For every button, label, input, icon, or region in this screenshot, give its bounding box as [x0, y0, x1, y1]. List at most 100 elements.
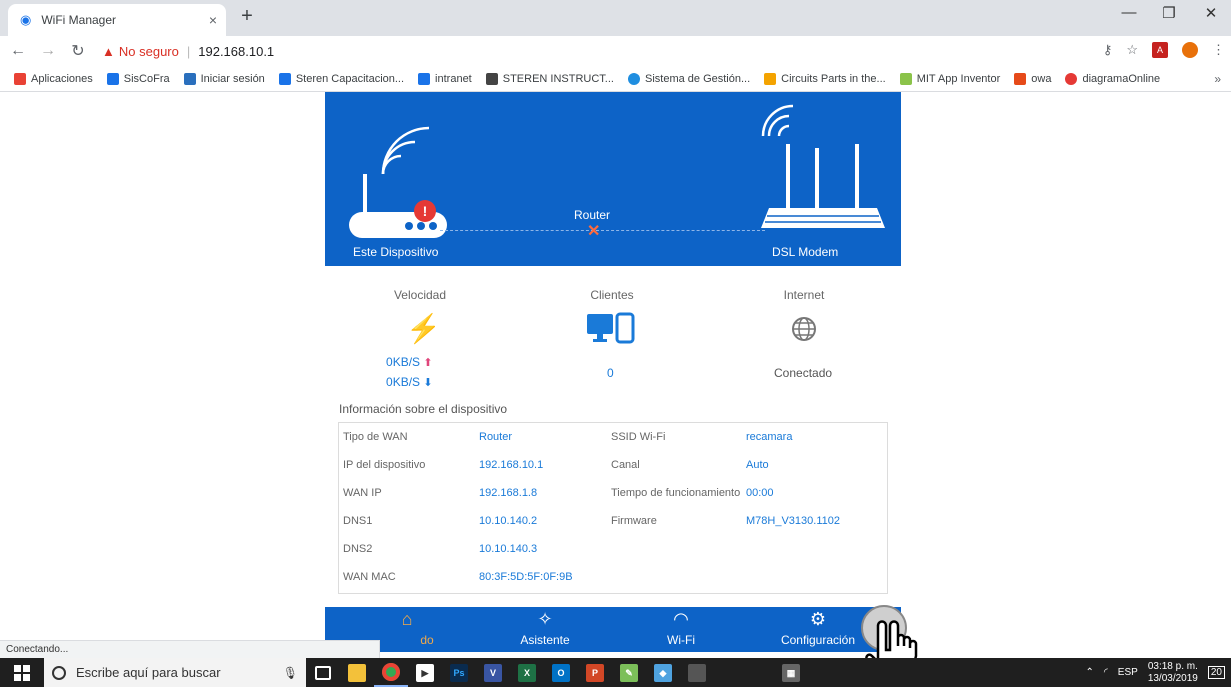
- monitor-phone-icon: [587, 312, 635, 344]
- home-icon: ⌂: [401, 609, 413, 629]
- omnibox[interactable]: ▲ No seguro | 192.168.10.1: [102, 44, 274, 59]
- bookmark-item[interactable]: Steren Capacitacion...: [278, 72, 404, 85]
- taskbar-search-box[interactable]: Escribe aquí para buscar 🎙: [44, 658, 306, 687]
- bookmark-item[interactable]: owa: [1014, 72, 1051, 85]
- photoshop-icon[interactable]: Ps: [442, 658, 476, 687]
- info-row: DNS1 10.10.140.2 Firmware M78H_V3130.110…: [343, 515, 840, 527]
- alert-badge-icon: !: [414, 200, 436, 222]
- modem-label: DSL Modem: [772, 245, 839, 259]
- warning-icon: ▲: [102, 43, 115, 59]
- wifi-favicon-icon: ◉: [20, 12, 32, 27]
- minimize-icon[interactable]: —: [1114, 4, 1144, 21]
- mit-app-inventor-icon: [899, 72, 912, 85]
- task-view-icon[interactable]: [306, 658, 340, 687]
- bookmark-item[interactable]: Circuits Parts in the...: [764, 72, 886, 85]
- bookmark-item[interactable]: Aplicaciones: [14, 72, 93, 85]
- back-icon[interactable]: ←: [6, 42, 30, 60]
- tab-close-icon[interactable]: ×: [200, 12, 226, 28]
- nav-wifi[interactable]: ◠ Wi-Fi: [621, 607, 741, 647]
- tray-chevron-icon[interactable]: ⌃: [1086, 667, 1094, 678]
- browser-tab-bar: ◉ WiFi Manager × + — ❐ ✕: [0, 0, 1231, 36]
- microphone-icon[interactable]: 🎙: [283, 666, 298, 680]
- bookmark-item[interactable]: MIT App Inventor: [899, 72, 1000, 85]
- tab-title: WiFi Manager: [41, 13, 117, 27]
- not-secure-label: No seguro: [118, 43, 179, 59]
- internet-label: Internet: [783, 288, 825, 302]
- bottom-nav: ⌂ do ✧ Asistente ◠ Wi-Fi ⚙ Configuración: [325, 607, 901, 652]
- info-row: DNS2 10.10.140.3: [343, 543, 538, 555]
- outlook-icon[interactable]: O: [544, 658, 578, 687]
- circuits-icon: [764, 72, 777, 85]
- file-explorer-icon[interactable]: [340, 658, 374, 687]
- diagrama-icon: [1065, 72, 1078, 85]
- taskbar-search-placeholder: Escribe aquí para buscar: [76, 665, 221, 680]
- info-row: IP del dispositivo 192.168.10.1 Canal Au…: [343, 459, 769, 471]
- device-router-icon: [349, 126, 447, 238]
- sharepoint-icon: [627, 72, 640, 85]
- speed-label: Velocidad: [393, 288, 447, 302]
- info-row: Tipo de WAN Router SSID Wi-Fi recamara: [343, 431, 793, 443]
- bookmarks-overflow-icon[interactable]: »: [1214, 72, 1221, 86]
- bookmark-item[interactable]: intranet: [418, 72, 472, 85]
- bookmark-item[interactable]: SisCoFra: [106, 72, 170, 85]
- menu-kebab-icon[interactable]: ⋮: [1212, 42, 1225, 58]
- clients-label: Clientes: [590, 288, 634, 302]
- router-label: Router: [574, 208, 611, 222]
- clients-count: 0: [607, 366, 614, 380]
- visio-icon[interactable]: V: [476, 658, 510, 687]
- chrome-icon[interactable]: [374, 658, 408, 687]
- dsl-modem-icon: [761, 104, 885, 228]
- language-indicator[interactable]: ESP: [1118, 667, 1138, 678]
- profile-avatar-icon[interactable]: [1182, 42, 1198, 58]
- powerpoint-icon[interactable]: P: [578, 658, 612, 687]
- windows-start-button[interactable]: [0, 664, 44, 681]
- app-icon[interactable]: ◆: [646, 658, 680, 687]
- cortana-icon: [52, 665, 66, 680]
- info-row: WAN IP 192.168.1.8 Tiempo de funcionamie…: [343, 487, 774, 499]
- taskbar-clock[interactable]: 03:18 p. m. 13/03/2019: [1148, 661, 1198, 685]
- app-icon[interactable]: ▶: [408, 658, 442, 687]
- bookmark-item[interactable]: Sistema de Gestión...: [627, 72, 750, 85]
- excel-icon[interactable]: X: [510, 658, 544, 687]
- device-label: Este Dispositivo: [353, 245, 439, 259]
- bookmark-item[interactable]: diagramaOnline: [1065, 72, 1160, 85]
- reload-icon[interactable]: ↻: [66, 41, 90, 61]
- key-icon[interactable]: ⚷: [1103, 42, 1113, 58]
- steren-icon: [106, 72, 119, 85]
- browser-tab-wifi-manager[interactable]: ◉ WiFi Manager ×: [8, 4, 226, 36]
- wifi-manager-page: ! Este Dispositivo Router ✕ DSL Modem Ve…: [0, 92, 1231, 652]
- omnibox-separator: |: [186, 43, 191, 59]
- disconnected-x-icon: ✕: [587, 223, 601, 240]
- download-arrow-icon: ⬇: [423, 377, 433, 389]
- app-icon[interactable]: [680, 658, 714, 687]
- bookmark-star-icon[interactable]: ☆: [1126, 42, 1138, 58]
- windows-taskbar: Escribe aquí para buscar 🎙 ▶ Ps V X O P …: [0, 658, 1231, 687]
- globe-icon: [792, 317, 816, 341]
- close-window-icon[interactable]: ✕: [1196, 4, 1226, 22]
- apps-grid-icon: [14, 72, 26, 85]
- outlook-icon: [183, 72, 196, 85]
- nav-wizard[interactable]: ✧ Asistente: [485, 607, 605, 647]
- upload-arrow-icon: ⬆: [423, 357, 433, 369]
- info-row: WAN MAC 80:3F:5D:5F:0F:9B: [343, 571, 573, 583]
- bookmarks-bar: Aplicaciones SisCoFra Iniciar sesión Ste…: [0, 66, 1231, 92]
- connection-line: [440, 230, 765, 231]
- restore-icon[interactable]: ❐: [1154, 4, 1184, 22]
- address-bar: ← → ↻ ▲ No seguro | 192.168.10.1 ⚷ ☆ A ⋮: [0, 36, 1231, 66]
- forward-icon[interactable]: →: [36, 42, 60, 60]
- wifi-tray-icon[interactable]: ◜: [1104, 667, 1108, 678]
- pdf-extension-icon[interactable]: A: [1152, 42, 1168, 58]
- device-info-table: Tipo de WAN Router SSID Wi-Fi recamara I…: [338, 422, 888, 594]
- notification-center-icon[interactable]: 20: [1207, 666, 1225, 679]
- wifi-icon: ◠: [673, 609, 689, 629]
- speed-up: 0KB/S ⬆: [386, 355, 433, 369]
- paint-icon[interactable]: ✎: [612, 658, 646, 687]
- toolbar-right: ⚷ ☆ A ⋮: [1103, 42, 1225, 58]
- calculator-icon[interactable]: ▦: [774, 658, 808, 687]
- bookmark-item[interactable]: STEREN INSTRUCT...: [485, 72, 614, 85]
- device-info-title: Información sobre el dispositivo: [339, 402, 508, 416]
- steren-icon: [278, 72, 291, 85]
- new-tab-button[interactable]: +: [236, 6, 258, 28]
- steren-icon: [485, 72, 498, 85]
- bookmark-item[interactable]: Iniciar sesión: [183, 72, 265, 85]
